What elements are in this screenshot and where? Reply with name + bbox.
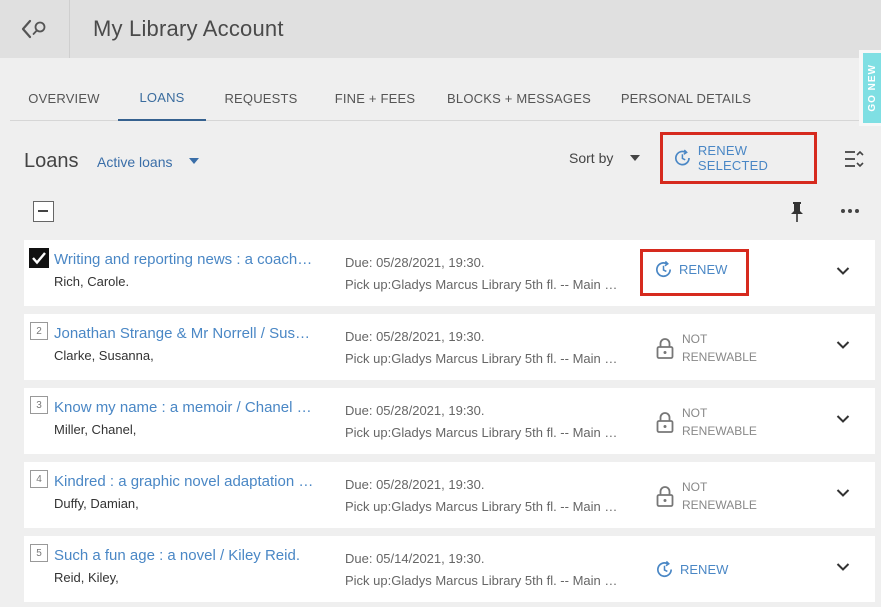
renew-label: RENEW <box>679 262 728 277</box>
page-title: My Library Account <box>93 16 284 41</box>
renew-selected-button[interactable]: RENEW SELECTED <box>660 132 817 184</box>
not-renewable-status: NOT RENEWABLE <box>656 330 757 366</box>
account-tabs: OVERVIEW LOANS REQUESTS FINE + FEES BLOC… <box>10 76 859 121</box>
loan-author: Clarke, Susanna, <box>54 348 154 363</box>
back-search-icon <box>21 19 45 39</box>
lock-icon <box>656 486 674 507</box>
loan-pickup-location: Pick up:Gladys Marcus Library 5th fl. --… <box>345 425 621 440</box>
expand-chevron-down-icon[interactable] <box>836 266 850 276</box>
tab-overview[interactable]: OVERVIEW <box>20 76 108 121</box>
pin-icon[interactable] <box>789 201 805 223</box>
loans-heading: Loans <box>24 150 79 172</box>
not-renewable-line1: NOT <box>682 332 708 346</box>
tab-loans[interactable]: LOANS <box>118 76 206 121</box>
not-renewable-line2: RENEWABLE <box>682 498 757 512</box>
loan-index-checkbox[interactable]: 3 <box>30 396 48 414</box>
top-bar: My Library Account <box>0 0 881 58</box>
loan-checkbox-checked[interactable] <box>29 248 49 268</box>
loan-index-checkbox[interactable]: 5 <box>30 544 48 562</box>
lock-icon <box>656 412 674 433</box>
expand-chevron-down-icon[interactable] <box>836 414 850 424</box>
loan-due-date: Due: 05/28/2021, 19:30. <box>345 403 485 418</box>
not-renewable-line1: NOT <box>682 406 708 420</box>
loan-due-date: Due: 05/14/2021, 19:30. <box>345 551 485 566</box>
lock-icon <box>656 338 674 359</box>
renew-clock-icon <box>657 560 673 578</box>
loan-pickup-location: Pick up:Gladys Marcus Library 5th fl. --… <box>345 499 621 514</box>
tab-requests[interactable]: REQUESTS <box>216 76 306 121</box>
not-renewable-status: NOT RENEWABLE <box>656 478 757 514</box>
loan-row[interactable]: 4 Kindred : a graphic novel adaptation /… <box>24 462 875 528</box>
loan-title-link[interactable]: Kindred : a graphic novel adaptation / D… <box>54 473 314 490</box>
renew-button[interactable]: RENEW <box>654 260 727 279</box>
renew-label: RENEW <box>680 562 729 577</box>
filter-dropdown-icon[interactable] <box>189 158 199 164</box>
not-renewable-line1: NOT <box>682 480 708 494</box>
not-renewable-line2: RENEWABLE <box>682 350 757 364</box>
display-options-icon[interactable] <box>843 148 865 170</box>
loan-row[interactable]: Writing and reporting news : a coaching … <box>24 240 875 306</box>
deselect-all-checkbox[interactable] <box>33 201 54 222</box>
loan-index-checkbox[interactable]: 4 <box>30 470 48 488</box>
loan-index-checkbox[interactable]: 2 <box>30 322 48 340</box>
tab-blocks-messages[interactable]: BLOCKS + MESSAGES <box>444 76 594 121</box>
side-tab[interactable]: GO NEW <box>859 50 881 126</box>
renew-button[interactable]: RENEW <box>655 560 728 579</box>
loan-title-link[interactable]: Know my name : a memoir / Chanel Miller. <box>54 399 314 416</box>
side-tab-label: GO NEW <box>866 64 878 112</box>
loan-title-link[interactable]: Writing and reporting news : a coaching … <box>54 251 314 268</box>
renew-clock-icon <box>656 260 672 278</box>
loan-due-date: Due: 05/28/2021, 19:30. <box>345 255 485 270</box>
tab-personal-details[interactable]: PERSONAL DETAILS <box>616 76 756 121</box>
loan-title-link[interactable]: Such a fun age : a novel / Kiley Reid. <box>54 547 314 564</box>
not-renewable-status: NOT RENEWABLE <box>656 404 757 440</box>
loan-pickup-location: Pick up:Gladys Marcus Library 5th fl. --… <box>345 277 621 292</box>
renew-clock-icon <box>674 149 690 166</box>
expand-chevron-down-icon[interactable] <box>836 488 850 498</box>
active-loans-filter[interactable]: Active loans <box>97 154 172 170</box>
checkmark-icon <box>32 252 46 265</box>
more-options-icon[interactable] <box>840 208 860 214</box>
loan-author: Rich, Carole. <box>54 274 130 289</box>
loan-author: Reid, Kiley, <box>54 570 119 585</box>
loan-row[interactable]: 5 Such a fun age : a novel / Kiley Reid.… <box>24 536 875 602</box>
tab-fine-fees[interactable]: FINE + FEES <box>328 76 422 121</box>
back-search-button[interactable] <box>0 0 70 58</box>
loan-author: Duffy, Damian, <box>54 496 139 511</box>
loan-due-date: Due: 05/28/2021, 19:30. <box>345 477 485 492</box>
loan-row[interactable]: 3 Know my name : a memoir / Chanel Mille… <box>24 388 875 454</box>
not-renewable-line2: RENEWABLE <box>682 424 757 438</box>
loan-row[interactable]: 2 Jonathan Strange & Mr Norrell / Susann… <box>24 314 875 380</box>
loan-due-date: Due: 05/28/2021, 19:30. <box>345 329 485 344</box>
expand-chevron-down-icon[interactable] <box>836 562 850 572</box>
loan-pickup-location: Pick up:Gladys Marcus Library 5th fl. --… <box>345 573 621 588</box>
sort-by-dropdown[interactable]: Sort by <box>569 150 613 166</box>
loan-author: Miller, Chanel, <box>54 422 137 437</box>
expand-chevron-down-icon[interactable] <box>836 340 850 350</box>
sort-chevron-down-icon[interactable] <box>630 155 640 161</box>
loan-pickup-location: Pick up:Gladys Marcus Library 5th fl. --… <box>345 351 621 366</box>
loan-title-link[interactable]: Jonathan Strange & Mr Norrell / Susanna … <box>54 325 314 342</box>
renew-selected-label: RENEW SELECTED <box>697 143 769 173</box>
